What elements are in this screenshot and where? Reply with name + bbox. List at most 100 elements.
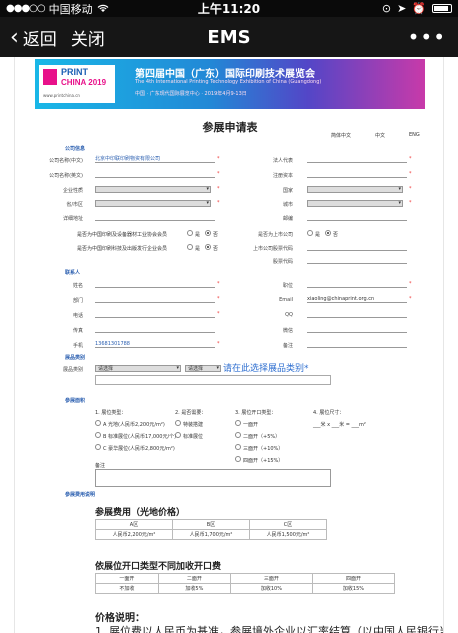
wechat-input[interactable] xyxy=(307,326,407,333)
phone-label: 电话 xyxy=(72,313,83,319)
address-input[interactable] xyxy=(95,214,215,221)
company-cn-input[interactable]: 北京中印联印刷物资有限公司 xyxy=(95,156,215,163)
status-bar: ●●●○○ 中国移动 上午11:20 ⊙ ➤ ⏰ xyxy=(0,0,458,17)
remark-input[interactable] xyxy=(307,341,407,348)
company-cn-label: 公司名称(中文) xyxy=(49,158,83,164)
zip-input[interactable] xyxy=(307,214,407,221)
table-cell: 不加收 xyxy=(95,583,159,594)
table-cell: 加收5% xyxy=(157,583,231,594)
title-input[interactable] xyxy=(307,281,407,288)
category-select-1[interactable]: 请选择 xyxy=(95,365,181,372)
table-cell: 人民币1,500元/m² xyxy=(249,529,327,540)
reg-capital-label: 注册资本 xyxy=(272,173,293,179)
city-select[interactable] xyxy=(307,200,403,207)
open-3-radio[interactable] xyxy=(235,444,241,450)
dept-input[interactable] xyxy=(95,296,215,303)
province-select[interactable] xyxy=(95,200,211,207)
required-mark: * xyxy=(217,281,220,287)
country-select[interactable] xyxy=(307,186,403,193)
location-icon: ➤ xyxy=(397,2,407,15)
booth-type-c-radio[interactable] xyxy=(95,444,101,450)
table-header: 四面开 xyxy=(311,573,396,584)
wechat-nav-bar: ‹ 返回 关闭 EMS ••• xyxy=(0,17,458,57)
exhibition-banner: PRINT CHINA 2019 www.printchina.cn 第四届中国… xyxy=(35,59,425,109)
reg-capital-input[interactable] xyxy=(307,171,407,178)
name-label: 姓名 xyxy=(72,283,83,289)
name-input[interactable] xyxy=(95,281,215,288)
remark-label: 备注 xyxy=(282,343,293,349)
logo-url: www.printchina.cn xyxy=(43,93,80,98)
category-label: 展品类别 xyxy=(62,367,83,373)
need-a-radio[interactable] xyxy=(175,420,181,426)
member-no-radio[interactable] xyxy=(205,230,211,236)
public-yes-radio[interactable] xyxy=(307,230,313,236)
required-mark: * xyxy=(409,156,412,162)
listed-question: 是否为中国印刷科技及出版发行企业会员 xyxy=(77,246,168,252)
remark-textarea[interactable] xyxy=(95,469,331,487)
open-1-radio[interactable] xyxy=(235,420,241,426)
lang-simplified[interactable]: 简体中文 xyxy=(331,132,351,139)
zip-label: 邮编 xyxy=(282,216,293,222)
required-mark: * xyxy=(217,200,220,206)
city-label: 城市 xyxy=(282,202,293,208)
table-header: A区 xyxy=(95,519,173,530)
webview-content[interactable]: PRINT CHINA 2019 www.printchina.cn 第四届中国… xyxy=(14,57,444,633)
stock-code-label: 股票代码 xyxy=(272,259,293,265)
banner-dates: 中国 · 广东现代国际展览中心 · 2019年4月9-13日 xyxy=(135,91,247,97)
open-1: 一面开 xyxy=(243,422,259,428)
back-label: 返回 xyxy=(22,29,57,50)
category-other-input[interactable] xyxy=(95,375,331,385)
legal-input[interactable] xyxy=(307,156,407,163)
required-mark: * xyxy=(409,171,412,177)
yes-label: 是 xyxy=(195,232,201,238)
table-header: 二面开 xyxy=(157,573,231,584)
page-title: EMS xyxy=(207,26,251,48)
table-cell: 加收15% xyxy=(311,583,396,594)
public-no-radio[interactable] xyxy=(325,230,331,236)
back-button[interactable]: ‹ 返回 xyxy=(0,25,57,50)
booth-type-a-radio[interactable] xyxy=(95,420,101,426)
fax-input[interactable] xyxy=(95,326,215,333)
open-fee-title: 依展位开口类型不同加收开口费 xyxy=(95,562,222,572)
lang-english[interactable]: ENG xyxy=(409,132,420,138)
open-2-radio[interactable] xyxy=(235,432,241,438)
lang-chinese[interactable]: 中文 xyxy=(375,132,385,139)
listed-no-radio[interactable] xyxy=(205,244,211,250)
logo-text-1: PRINT xyxy=(61,67,88,77)
booth-q4: 4. 展位尺寸： xyxy=(313,410,345,416)
member-yes-radio[interactable] xyxy=(187,230,193,236)
stock-code-input[interactable] xyxy=(307,257,407,264)
alarm-icon: ⏰ xyxy=(412,2,426,15)
qq-input[interactable] xyxy=(307,311,407,318)
wechat-label: 微信 xyxy=(282,328,293,334)
table-cell: 加收10% xyxy=(229,583,313,594)
yes-label: 是 xyxy=(315,232,321,238)
section-category: 展品类别 xyxy=(65,355,86,361)
required-mark: * xyxy=(217,186,220,192)
mobile-input[interactable]: 13681301788 xyxy=(95,341,215,348)
listed-yes-radio[interactable] xyxy=(187,244,193,250)
need-b: 标准展位 xyxy=(183,434,204,440)
open-4-radio[interactable] xyxy=(235,456,241,462)
booth-type-c: C 豪华展位(人民币2,800元/m²) xyxy=(103,446,175,452)
remark2-label: 备注 xyxy=(95,463,106,469)
booth-size-input[interactable]: ___米 x ___米 = ___m² xyxy=(313,421,366,428)
company-en-label: 公司名称(英文) xyxy=(49,173,83,179)
booth-type-b-radio[interactable] xyxy=(95,432,101,438)
price-note-line: 1. 展位费以人民币为基准，参展境外企业以汇率结算（以中国人民银行当日外汇 xyxy=(95,625,443,633)
banner-subtitle: The 4th International Printing Technolog… xyxy=(135,79,322,85)
category-select-2[interactable]: 请选择 xyxy=(185,365,221,372)
region-select[interactable] xyxy=(95,186,211,193)
required-mark: * xyxy=(217,156,220,162)
company-en-input[interactable] xyxy=(95,171,215,178)
close-button[interactable]: 关闭 xyxy=(71,25,105,50)
email-input[interactable]: xiaoling@chinaprint.org.cn xyxy=(307,296,407,303)
required-mark: * xyxy=(217,311,220,317)
qq-label: QQ xyxy=(285,312,293,318)
more-options-button[interactable]: ••• xyxy=(408,25,446,49)
public-url-input[interactable] xyxy=(307,244,407,251)
phone-input[interactable] xyxy=(95,311,215,318)
price-note-title: 价格说明： xyxy=(95,613,145,624)
section-contact: 联系人 xyxy=(65,270,81,276)
need-b-radio[interactable] xyxy=(175,432,181,438)
